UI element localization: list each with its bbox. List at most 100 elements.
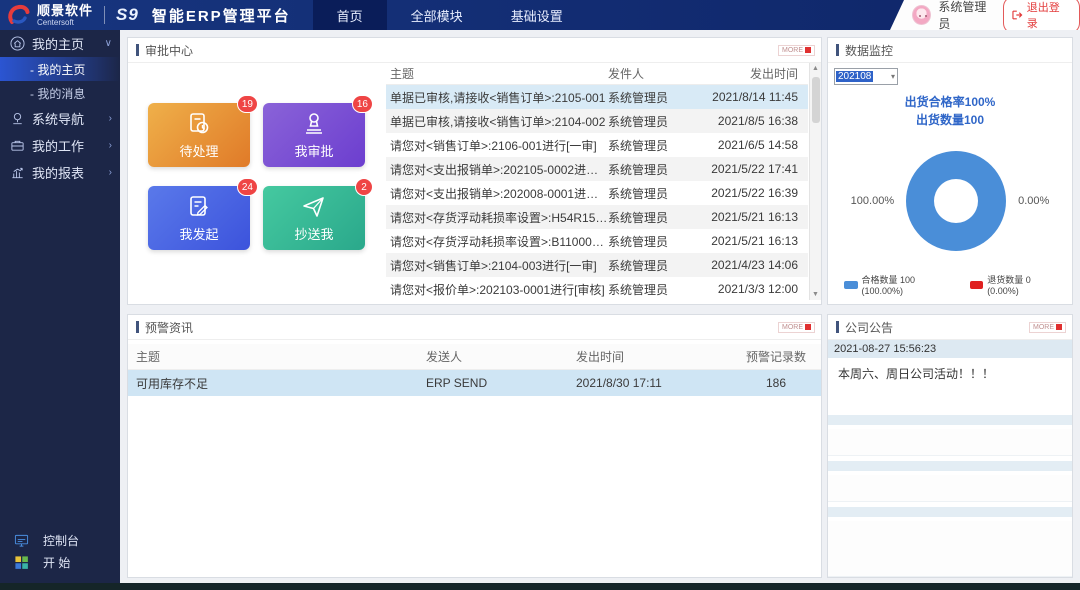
topbar-user-area: 系统管理员 退出登录	[890, 0, 1080, 30]
stamp-icon	[301, 111, 327, 137]
tile-pending[interactable]: 19 待处理	[148, 103, 250, 167]
home-icon	[10, 36, 25, 51]
sidebar: 我的主页 ∨ - 我的主页 - 我的消息 系统导航 › 我的工作 › 我的报表	[0, 30, 120, 583]
sidebar-item-my-home[interactable]: 我的主页 ∨	[0, 30, 120, 57]
chevron-down-icon: ▾	[891, 72, 897, 81]
title-accent-bar	[136, 44, 139, 56]
table-row[interactable]: 请您对<支出报销单>:202105-0002进行[审核] 系统管理员 2021/…	[386, 157, 808, 181]
announcement-row-empty	[828, 429, 1072, 457]
logout-button[interactable]: 退出登录	[1003, 0, 1080, 34]
sidebar-sub-my-home[interactable]: - 我的主页	[0, 57, 120, 81]
console-monitor-icon	[14, 533, 29, 548]
col-sent-time: 发出时间	[576, 348, 731, 365]
alerts-more-button[interactable]: MORE	[778, 322, 815, 333]
brand-logo: 顺景软件 Centersoft S9 智能ERP管理平台	[0, 0, 301, 30]
announcement-row-empty	[828, 521, 1072, 577]
tab-basic-settings[interactable]: 基础设置	[487, 0, 587, 30]
table-row[interactable]: 单据已审核,请接收<销售订单>:2105-001 系统管理员 2021/8/14…	[386, 85, 808, 109]
donut-right-label: 0.00%	[1018, 195, 1049, 207]
company-swirl-icon	[6, 3, 30, 27]
top-bar: 顺景软件 Centersoft S9 智能ERP管理平台 首页 全部模块 基础设…	[0, 0, 1080, 30]
table-row[interactable]: 单据已审核,请接收<销售订单>:2104-002 系统管理员 2021/8/5 …	[386, 109, 808, 133]
map-pin-icon	[10, 111, 25, 126]
col-alert-count: 预警记录数	[731, 348, 821, 365]
approval-tiles: 19 待处理 16	[128, 63, 386, 304]
tile-label: 抄送我	[294, 224, 333, 243]
sidebar-item-my-reports[interactable]: 我的报表 ›	[0, 159, 120, 186]
console-button[interactable]: 控制台	[14, 529, 79, 551]
donut-left-label: 100.00%	[851, 195, 894, 207]
logout-label: 退出登录	[1027, 0, 1069, 31]
username-label: 系统管理员	[938, 0, 996, 32]
title-accent-bar	[136, 321, 139, 333]
s9-logo: S9	[116, 5, 139, 25]
brand-divider	[104, 6, 105, 24]
scroll-up-icon[interactable]: ▲	[812, 65, 819, 72]
approval-center-title: 审批中心	[145, 42, 193, 59]
chevron-right-icon: ›	[109, 140, 112, 151]
chart-legend: 合格数量 100 (100.00%) 退货数量 0 (0.00%)	[834, 273, 1066, 300]
legend-swatch-blue	[844, 281, 858, 289]
table-row[interactable]: 请您对<报价单>:202103-0001进行[审核] 系统管理员 2021/3/…	[386, 277, 808, 301]
sidebar-item-label: 系统导航	[32, 109, 84, 128]
initiated-count-badge: 24	[237, 178, 258, 196]
tab-home[interactable]: 首页	[313, 0, 387, 30]
announcements-panel: 公司公告 MORE 2021-08-27 15:56:23 本周六、周日公司活动…	[827, 314, 1073, 578]
user-avatar[interactable]	[912, 5, 931, 25]
start-grid-icon	[14, 555, 29, 570]
col-sender: 发件人	[608, 65, 700, 82]
tile-label: 待处理	[179, 141, 218, 160]
alert-row[interactable]: 可用库存不足 ERP SEND 2021/8/30 17:11 186	[128, 370, 821, 396]
legend-swatch-red	[970, 281, 984, 289]
tab-all-modules[interactable]: 全部模块	[387, 0, 487, 30]
data-monitor-panel: 数据监控 202108 ▾ 出货合格率100% 出货数量100 100.00% …	[827, 37, 1073, 305]
sidebar-sub-my-messages[interactable]: - 我的消息	[0, 81, 120, 105]
alerts-title: 预警资讯	[145, 319, 193, 336]
donut-chart: 100.00% 0.00%	[834, 129, 1066, 273]
sidebar-item-label: 我的工作	[32, 136, 84, 155]
doc-clock-icon	[186, 111, 212, 137]
pending-count-badge: 19	[237, 95, 258, 113]
sidebar-item-label: 我的主页	[32, 34, 84, 53]
col-sent-time: 发出时间	[700, 65, 808, 82]
chart-icon	[10, 165, 25, 180]
cc-count-badge: 2	[355, 178, 373, 196]
tile-initiated-by-me[interactable]: 24 我发起	[148, 186, 250, 250]
sidebar-item-system-nav[interactable]: 系统导航 ›	[0, 105, 120, 132]
table-row[interactable]: 请您对<销售订单>:2104-003进行[一审] 系统管理员 2021/4/23…	[386, 253, 808, 277]
tile-my-approvals[interactable]: 16 我审批	[263, 103, 365, 167]
approval-more-button[interactable]: MORE	[778, 45, 815, 56]
start-button[interactable]: 开 始	[14, 551, 79, 573]
table-row[interactable]: 请您对<存货浮动耗损率设置>:B11000001进行[审核] 系统管理员 202…	[386, 229, 808, 253]
tile-label: 我审批	[294, 141, 333, 160]
period-select[interactable]: 202108 ▾	[834, 68, 898, 85]
alerts-panel: 预警资讯 MORE 主题 发送人 发出时间 预警记录数 可用库存不足 ERP S…	[127, 314, 822, 578]
product-title: 智能ERP管理平台	[152, 5, 291, 26]
announcement-text[interactable]: 本周六、周日公司活动！！！	[828, 358, 1072, 410]
top-nav: 首页 全部模块 基础设置	[313, 0, 587, 30]
tile-label: 我发起	[179, 224, 218, 243]
pass-rate-text: 出货合格率100%	[834, 93, 1066, 111]
brand-name-cn: 顺景软件	[37, 4, 93, 17]
announcement-row-empty	[828, 475, 1072, 503]
tile-cc-to-me[interactable]: 2 抄送我	[263, 186, 365, 250]
console-label: 控制台	[43, 532, 79, 549]
sidebar-item-my-work[interactable]: 我的工作 ›	[0, 132, 120, 159]
logout-icon	[1012, 10, 1023, 20]
scroll-down-icon[interactable]: ▼	[812, 291, 819, 298]
start-label: 开 始	[43, 554, 70, 571]
scrollbar-thumb[interactable]	[812, 77, 820, 123]
table-row[interactable]: 请您对<销售订单>:2106-001进行[一审] 系统管理员 2021/6/5 …	[386, 133, 808, 157]
table-scrollbar[interactable]: ▲ ▼	[809, 63, 821, 300]
announcements-more-button[interactable]: MORE	[1029, 322, 1066, 333]
legend-qualified[interactable]: 合格数量 100 (100.00%)	[844, 273, 956, 296]
announcement-row-empty	[828, 415, 1072, 425]
table-row[interactable]: 请您对<存货浮动耗损率设置>:H54R15006002进行[审核] 系统管理员 …	[386, 205, 808, 229]
legend-returned[interactable]: 退货数量 0 (0.00%)	[970, 273, 1062, 296]
more-icon	[1056, 324, 1062, 330]
approval-center-panel: 审批中心 MORE 19	[127, 37, 822, 305]
table-row[interactable]: 请您对<支出报销单>:202008-0001进行[审核] 系统管理员 2021/…	[386, 181, 808, 205]
ship-qty-text: 出货数量100	[834, 111, 1066, 129]
announcements-title: 公司公告	[845, 319, 893, 336]
doc-edit-icon	[186, 194, 212, 220]
